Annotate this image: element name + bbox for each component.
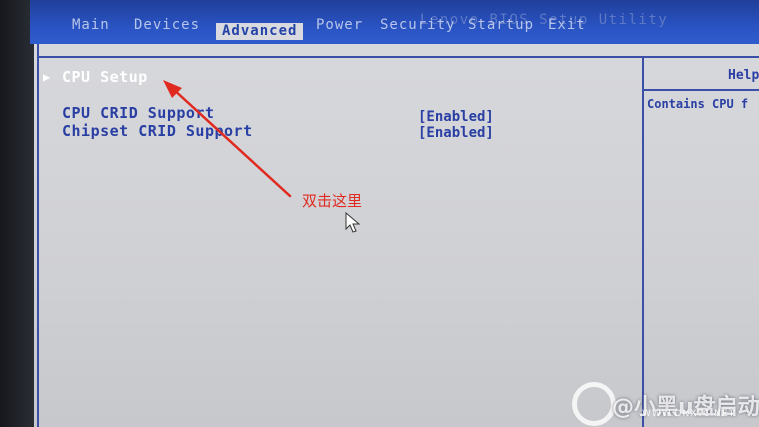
bios-screen: Lenovo BIOS Setup Utility Main Devices A… [0,0,759,427]
annotation-arrow-icon [163,80,292,198]
watermark-url: WWW.DNXTC.NET [642,409,736,419]
annotation-text: 双击这里 [302,192,363,210]
watermark-logo-icon [572,382,616,426]
mouse-cursor-icon [345,212,361,233]
